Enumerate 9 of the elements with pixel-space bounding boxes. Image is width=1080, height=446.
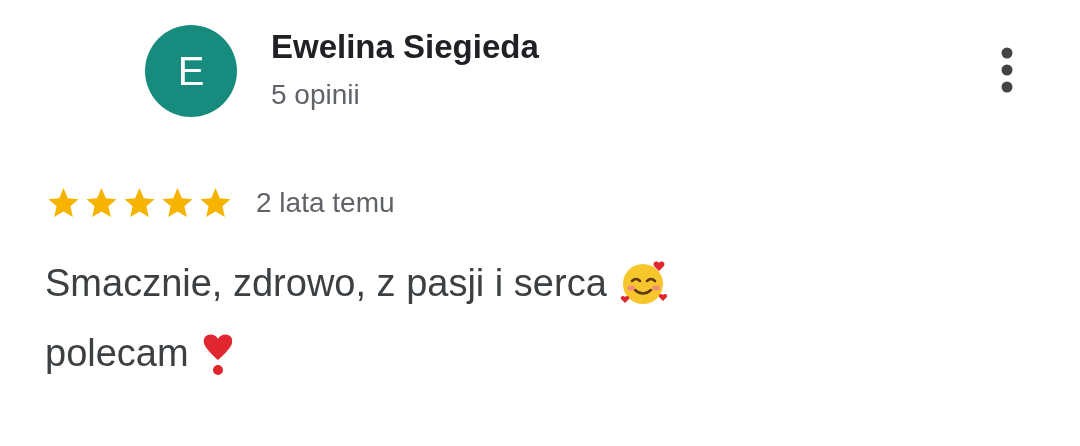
more-icon	[1000, 47, 1014, 93]
review-text: Smacznie, zdrowo, z pasji i serca	[45, 261, 607, 306]
review-count: 5 opinii	[271, 78, 361, 112]
avatar[interactable]: E	[145, 25, 237, 117]
review-text: polecam	[45, 331, 189, 376]
smiling-face-with-hearts-icon	[618, 259, 669, 307]
more-options-button[interactable]	[1000, 47, 1014, 93]
reviewer-name[interactable]: Ewelina Siegieda	[271, 27, 539, 67]
review-time: 2 lata temu	[256, 187, 395, 219]
